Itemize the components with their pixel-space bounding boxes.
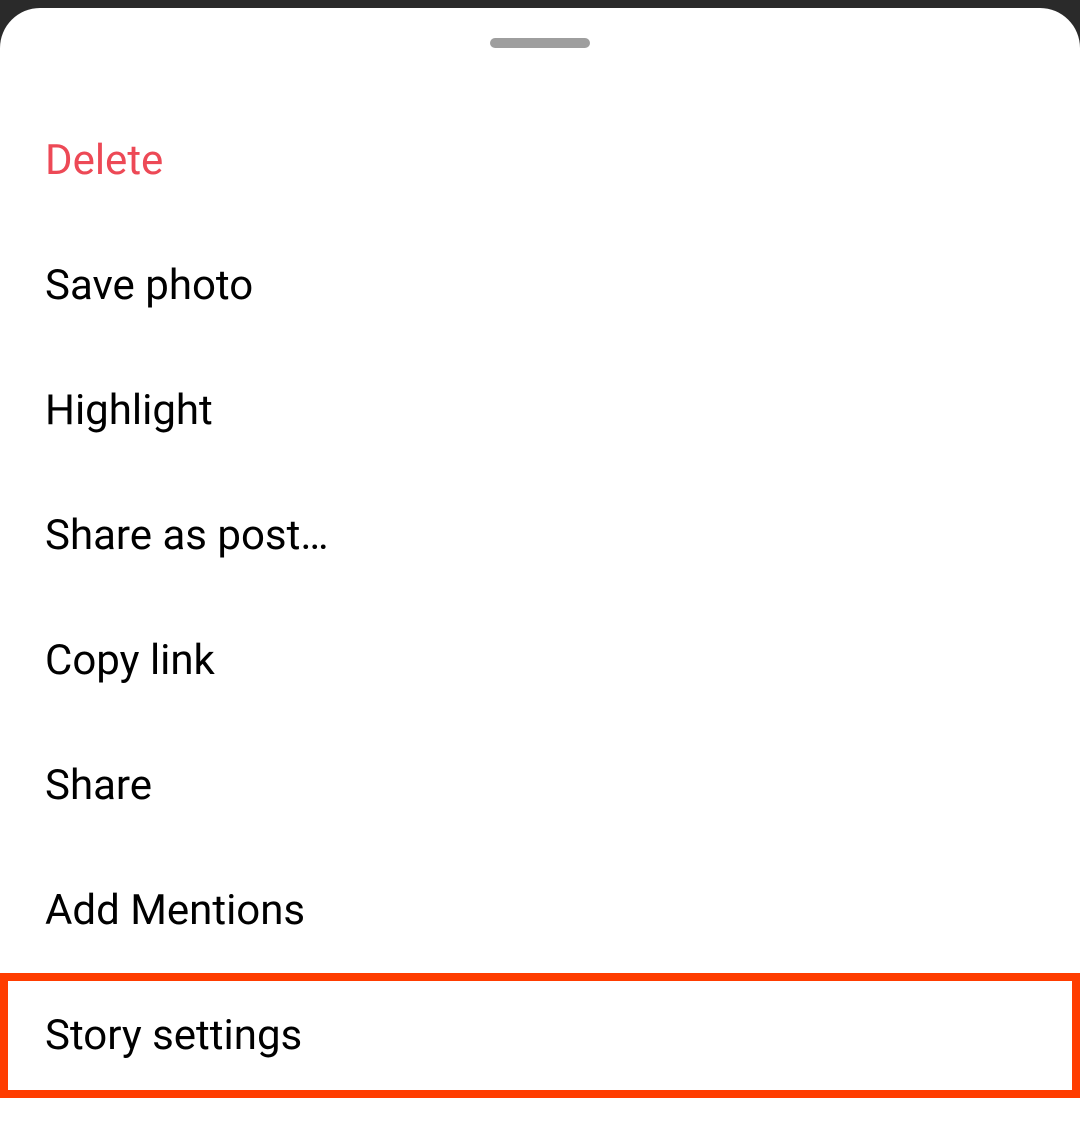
menu-item-story-settings[interactable]: Story settings (0, 973, 1080, 1098)
menu-item-highlight[interactable]: Highlight (0, 348, 1080, 473)
menu-item-delete[interactable]: Delete (0, 98, 1080, 223)
menu-list: Delete Save photo Highlight Share as pos… (0, 98, 1080, 1098)
menu-item-add-mentions[interactable]: Add Mentions (0, 848, 1080, 973)
menu-item-save-photo[interactable]: Save photo (0, 223, 1080, 348)
menu-item-share-as-post[interactable]: Share as post… (0, 473, 1080, 598)
bottom-sheet: Delete Save photo Highlight Share as pos… (0, 8, 1080, 1131)
menu-item-copy-link[interactable]: Copy link (0, 598, 1080, 723)
drag-handle[interactable] (490, 38, 590, 48)
menu-item-share[interactable]: Share (0, 723, 1080, 848)
